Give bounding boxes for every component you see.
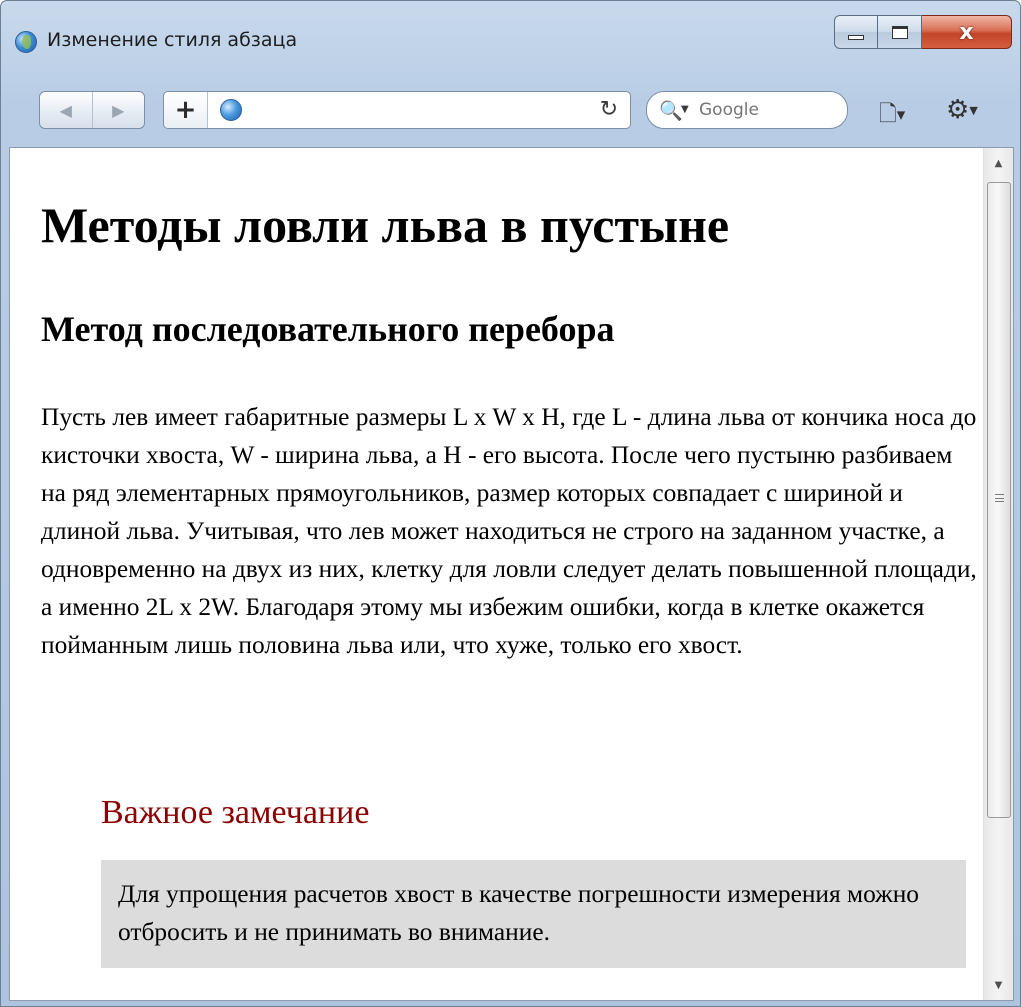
window-title: Изменение стиля абзаца — [47, 29, 298, 51]
scroll-up-button[interactable]: ▲ — [984, 148, 1013, 178]
reload-icon[interactable]: ↻ — [600, 97, 618, 122]
globe-icon — [220, 99, 242, 121]
scroll-thumb[interactable] — [987, 182, 1011, 818]
plus-icon: + — [174, 95, 197, 125]
search-box[interactable]: 🔍 ▼ — [646, 91, 848, 129]
note-text: Для упрощения расчетов хвост в качестве … — [118, 880, 920, 946]
navigation-buttons: ◀ ▶ — [39, 91, 145, 129]
vertical-scrollbar[interactable]: ▲ ▼ — [983, 148, 1013, 1000]
browser-window: Изменение стиля абзаца x ◀ ▶ + ↻ 🔍 ▼ Goo… — [0, 0, 1021, 1007]
section-heading: Метод последовательного перебора — [41, 309, 615, 349]
grip-icon — [995, 494, 1004, 502]
close-button[interactable]: x — [922, 15, 1012, 49]
page-icon: 🗋 — [879, 102, 897, 127]
chevron-down-icon: ▼ — [969, 104, 978, 117]
note-box: Для упрощения расчетов хвост в качестве … — [101, 860, 966, 968]
body-paragraph: Пусть лев имеет габаритные размеры L x W… — [41, 403, 977, 659]
forward-arrow-icon: ▶ — [112, 100, 125, 120]
page-viewport: Методы ловли льва в пустыне Метод послед… — [9, 147, 1014, 1001]
search-input[interactable] — [699, 100, 839, 120]
chevron-down-icon[interactable]: ▼ — [681, 104, 689, 115]
back-arrow-icon: ◀ — [59, 100, 72, 120]
gear-icon: ⚙ — [946, 95, 970, 125]
minimize-icon — [848, 34, 864, 40]
browser-globe-icon — [15, 31, 37, 53]
maximize-button[interactable] — [878, 15, 922, 49]
note-title: Важное замечание — [101, 794, 370, 831]
scroll-down-button[interactable]: ▼ — [984, 970, 1013, 1000]
forward-button[interactable]: ▶ — [91, 92, 145, 128]
maximize-icon — [891, 25, 908, 39]
back-button[interactable]: ◀ — [40, 92, 92, 128]
arrow-down-icon: ▼ — [994, 979, 1003, 991]
minimize-button[interactable] — [834, 15, 878, 49]
arrow-up-icon: ▲ — [994, 157, 1003, 169]
page-heading: Методы ловли льва в пустыне — [41, 197, 730, 253]
settings-menu-button[interactable]: ⚙▼ — [946, 95, 978, 125]
chevron-down-icon: ▼ — [896, 108, 906, 122]
search-icon[interactable]: 🔍 — [659, 99, 683, 122]
address-bar[interactable]: + ↻ — [163, 91, 631, 129]
window-controls: x — [834, 15, 1012, 55]
browser-toolbar: ◀ ▶ + ↻ 🔍 ▼ 🗋▼ ⚙▼ — [1, 71, 1020, 147]
page-content: Методы ловли льва в пустыне Метод послед… — [10, 148, 985, 1000]
title-bar[interactable]: Изменение стиля абзаца x — [1, 1, 1020, 71]
close-icon: x — [959, 19, 974, 45]
add-bookmark-button[interactable]: + — [164, 92, 208, 128]
page-menu-button[interactable]: 🗋▼ — [879, 97, 905, 135]
